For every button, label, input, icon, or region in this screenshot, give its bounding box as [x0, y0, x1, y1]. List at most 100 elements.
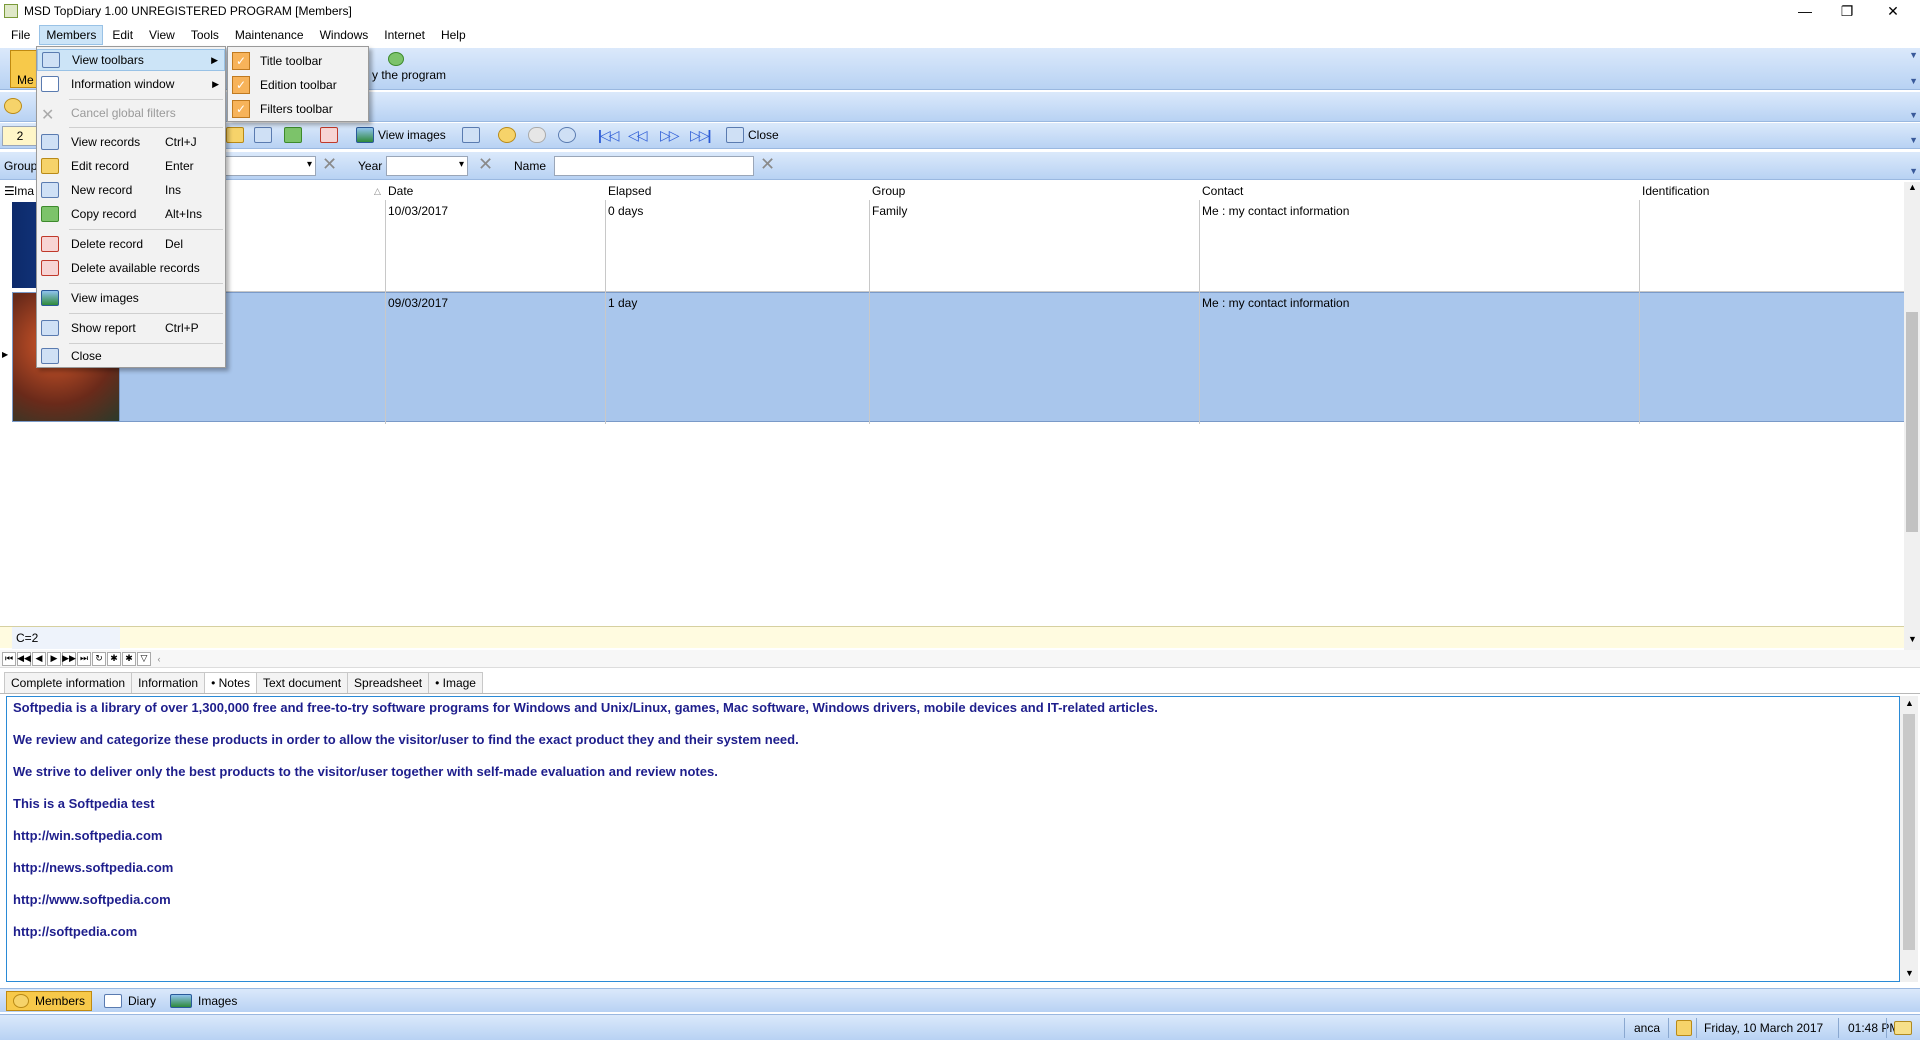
scrollbar-thumb[interactable] — [1906, 312, 1918, 532]
close-window-button[interactable]: ✕ — [1870, 0, 1916, 22]
filter-icon[interactable] — [498, 127, 516, 143]
tab-spreadsheet[interactable]: Spreadsheet — [347, 672, 430, 693]
copy-record-icon[interactable] — [284, 127, 302, 143]
column-header-contact[interactable]: Contact — [1198, 182, 1243, 200]
nav-goto-icon[interactable]: ✱ — [122, 651, 136, 666]
first-record-icon[interactable]: |◁◁ — [598, 127, 620, 144]
new-record-icon[interactable] — [254, 127, 272, 143]
menu-tools[interactable]: Tools — [184, 25, 226, 45]
close-button[interactable]: Close — [726, 127, 779, 143]
column-header-identification[interactable]: Identification — [1638, 182, 1709, 200]
search-icon[interactable] — [558, 127, 576, 143]
toolbar-scroll-icon[interactable]: ▼ — [1909, 110, 1918, 120]
year-filter-select[interactable]: ▾ — [386, 156, 468, 176]
toolbar-scroll-icon[interactable]: ▼ — [1909, 135, 1918, 145]
toolbar-scroll-icon[interactable]: ▼ — [1909, 166, 1918, 176]
notes-link[interactable]: http://win.softpedia.com — [13, 827, 1893, 859]
keyboard-icon — [1894, 1021, 1912, 1035]
module-images-button[interactable]: Images — [164, 991, 243, 1011]
nav-last-icon[interactable]: ⏭ — [77, 651, 91, 666]
notes-editor[interactable]: Softpedia is a library of over 1,300,000… — [6, 696, 1900, 982]
menu-item-copy-record[interactable]: Copy record Alt+Ins — [37, 203, 225, 225]
about-program-button[interactable]: y the program — [372, 52, 446, 82]
menu-members[interactable]: Members — [39, 25, 104, 45]
column-header-date[interactable]: Date — [384, 182, 413, 200]
previous-record-icon[interactable]: ◁◁ — [628, 127, 647, 144]
members-icon[interactable] — [4, 98, 22, 114]
clear-year-filter-icon[interactable]: ✕ — [478, 154, 493, 175]
menu-item-show-report[interactable]: Show report Ctrl+P — [37, 317, 225, 339]
next-record-icon[interactable]: ▷▷ — [660, 127, 679, 144]
notes-link[interactable]: http://www.softpedia.com — [13, 891, 1893, 923]
menu-windows[interactable]: Windows — [313, 25, 376, 45]
clear-name-filter-icon[interactable]: ✕ — [760, 154, 775, 175]
scroll-down-icon[interactable]: ▼ — [1905, 968, 1914, 978]
notes-vertical-scrollbar[interactable]: ▲ ▼ — [1900, 696, 1918, 982]
nav-next-page-icon[interactable]: ▶▶ — [62, 651, 76, 666]
nav-next-icon[interactable]: ▶ — [47, 651, 61, 666]
restore-button[interactable]: ❐ — [1824, 0, 1870, 22]
column-header-elapsed[interactable]: Elapsed — [604, 182, 651, 200]
nav-prior-page-icon[interactable]: ◀◀ — [17, 651, 31, 666]
menu-item-new-record[interactable]: New record Ins — [37, 179, 225, 201]
submenu-item-filters-toolbar[interactable]: ✓ Filters toolbar — [228, 97, 368, 121]
menu-internet[interactable]: Internet — [377, 25, 432, 45]
toolbar-scroll-icon[interactable]: ▼ — [1909, 76, 1918, 86]
menu-item-delete-available-records[interactable]: Delete available records — [37, 257, 225, 279]
scroll-down-icon[interactable]: ▼ — [1908, 634, 1917, 644]
edit-record-icon[interactable] — [226, 127, 244, 143]
name-filter-input[interactable] — [554, 156, 754, 176]
menu-file[interactable]: File — [4, 25, 37, 45]
nav-refresh-icon[interactable]: ↻ — [92, 651, 106, 666]
nav-first-icon[interactable]: ⏮ — [2, 651, 16, 666]
menu-item-information-window[interactable]: Information window ▶ — [37, 73, 225, 95]
nav-prior-icon[interactable]: ◀ — [32, 651, 46, 666]
view-images-button[interactable]: View images — [356, 127, 446, 143]
members-icon — [13, 994, 29, 1008]
menu-maintenance[interactable]: Maintenance — [228, 25, 311, 45]
menu-help[interactable]: Help — [434, 25, 473, 45]
submenu-item-edition-toolbar[interactable]: ✓ Edition toolbar — [228, 73, 368, 97]
last-record-icon[interactable]: ▷▷| — [690, 127, 712, 144]
tab-information[interactable]: Information — [131, 672, 206, 693]
menu-item-view-images[interactable]: View images — [37, 287, 225, 309]
cloud-icon[interactable] — [528, 127, 546, 143]
module-diary-button[interactable]: Diary — [98, 991, 162, 1011]
menu-edit[interactable]: Edit — [105, 25, 140, 45]
menu-view[interactable]: View — [142, 25, 182, 45]
title-bar: MSD TopDiary 1.00 UNREGISTERED PROGRAM [… — [0, 0, 1920, 22]
notes-link[interactable]: http://softpedia.com — [13, 923, 1893, 955]
horizontal-scroll-left-icon[interactable]: ‹ — [152, 652, 166, 666]
column-header-image[interactable]: Ima — [10, 182, 34, 200]
book-icon — [104, 994, 122, 1008]
group-filter-select[interactable]: ▾ — [224, 156, 316, 176]
image-icon — [356, 127, 374, 143]
tab-complete-information[interactable]: Complete information — [4, 672, 133, 693]
scroll-up-icon[interactable]: ▲ — [1908, 182, 1917, 192]
nav-bookmark-icon[interactable]: ✱ — [107, 651, 121, 666]
column-header-group[interactable]: Group — [868, 182, 905, 200]
minimize-button[interactable]: — — [1782, 0, 1828, 22]
menu-item-cancel-global-filters[interactable]: ✕ Cancel global filters — [37, 102, 225, 124]
record-number-field[interactable]: 2 — [2, 126, 38, 146]
menu-item-delete-record[interactable]: Delete record Del — [37, 233, 225, 255]
menu-item-edit-record[interactable]: Edit record Enter — [37, 155, 225, 177]
tab-notes[interactable]: • Notes — [204, 672, 257, 693]
clear-group-filter-icon[interactable]: ✕ — [322, 154, 337, 175]
print-icon[interactable] — [462, 127, 480, 143]
toolbar-scroll-icon[interactable]: ▼ — [1909, 50, 1918, 60]
menu-item-view-toolbars[interactable]: View toolbars ▶ — [37, 49, 225, 71]
tab-text-document[interactable]: Text document — [255, 672, 349, 693]
delete-record-icon[interactable] — [320, 127, 338, 143]
menu-item-close[interactable]: Close — [37, 345, 225, 367]
notes-link[interactable]: http://news.softpedia.com — [13, 859, 1893, 891]
module-members-button[interactable]: Members — [6, 991, 93, 1011]
door-icon — [41, 348, 59, 364]
scrollbar-thumb[interactable] — [1903, 714, 1915, 950]
scroll-up-icon[interactable]: ▲ — [1905, 698, 1914, 708]
nav-filter-icon[interactable]: ▽ — [137, 651, 151, 666]
submenu-item-title-toolbar[interactable]: ✓ Title toolbar — [228, 49, 368, 73]
grid-vertical-scrollbar[interactable]: ▲ ▼ — [1904, 182, 1920, 650]
menu-item-view-records[interactable]: View records Ctrl+J — [37, 131, 225, 153]
tab-image[interactable]: • Image — [428, 672, 483, 693]
